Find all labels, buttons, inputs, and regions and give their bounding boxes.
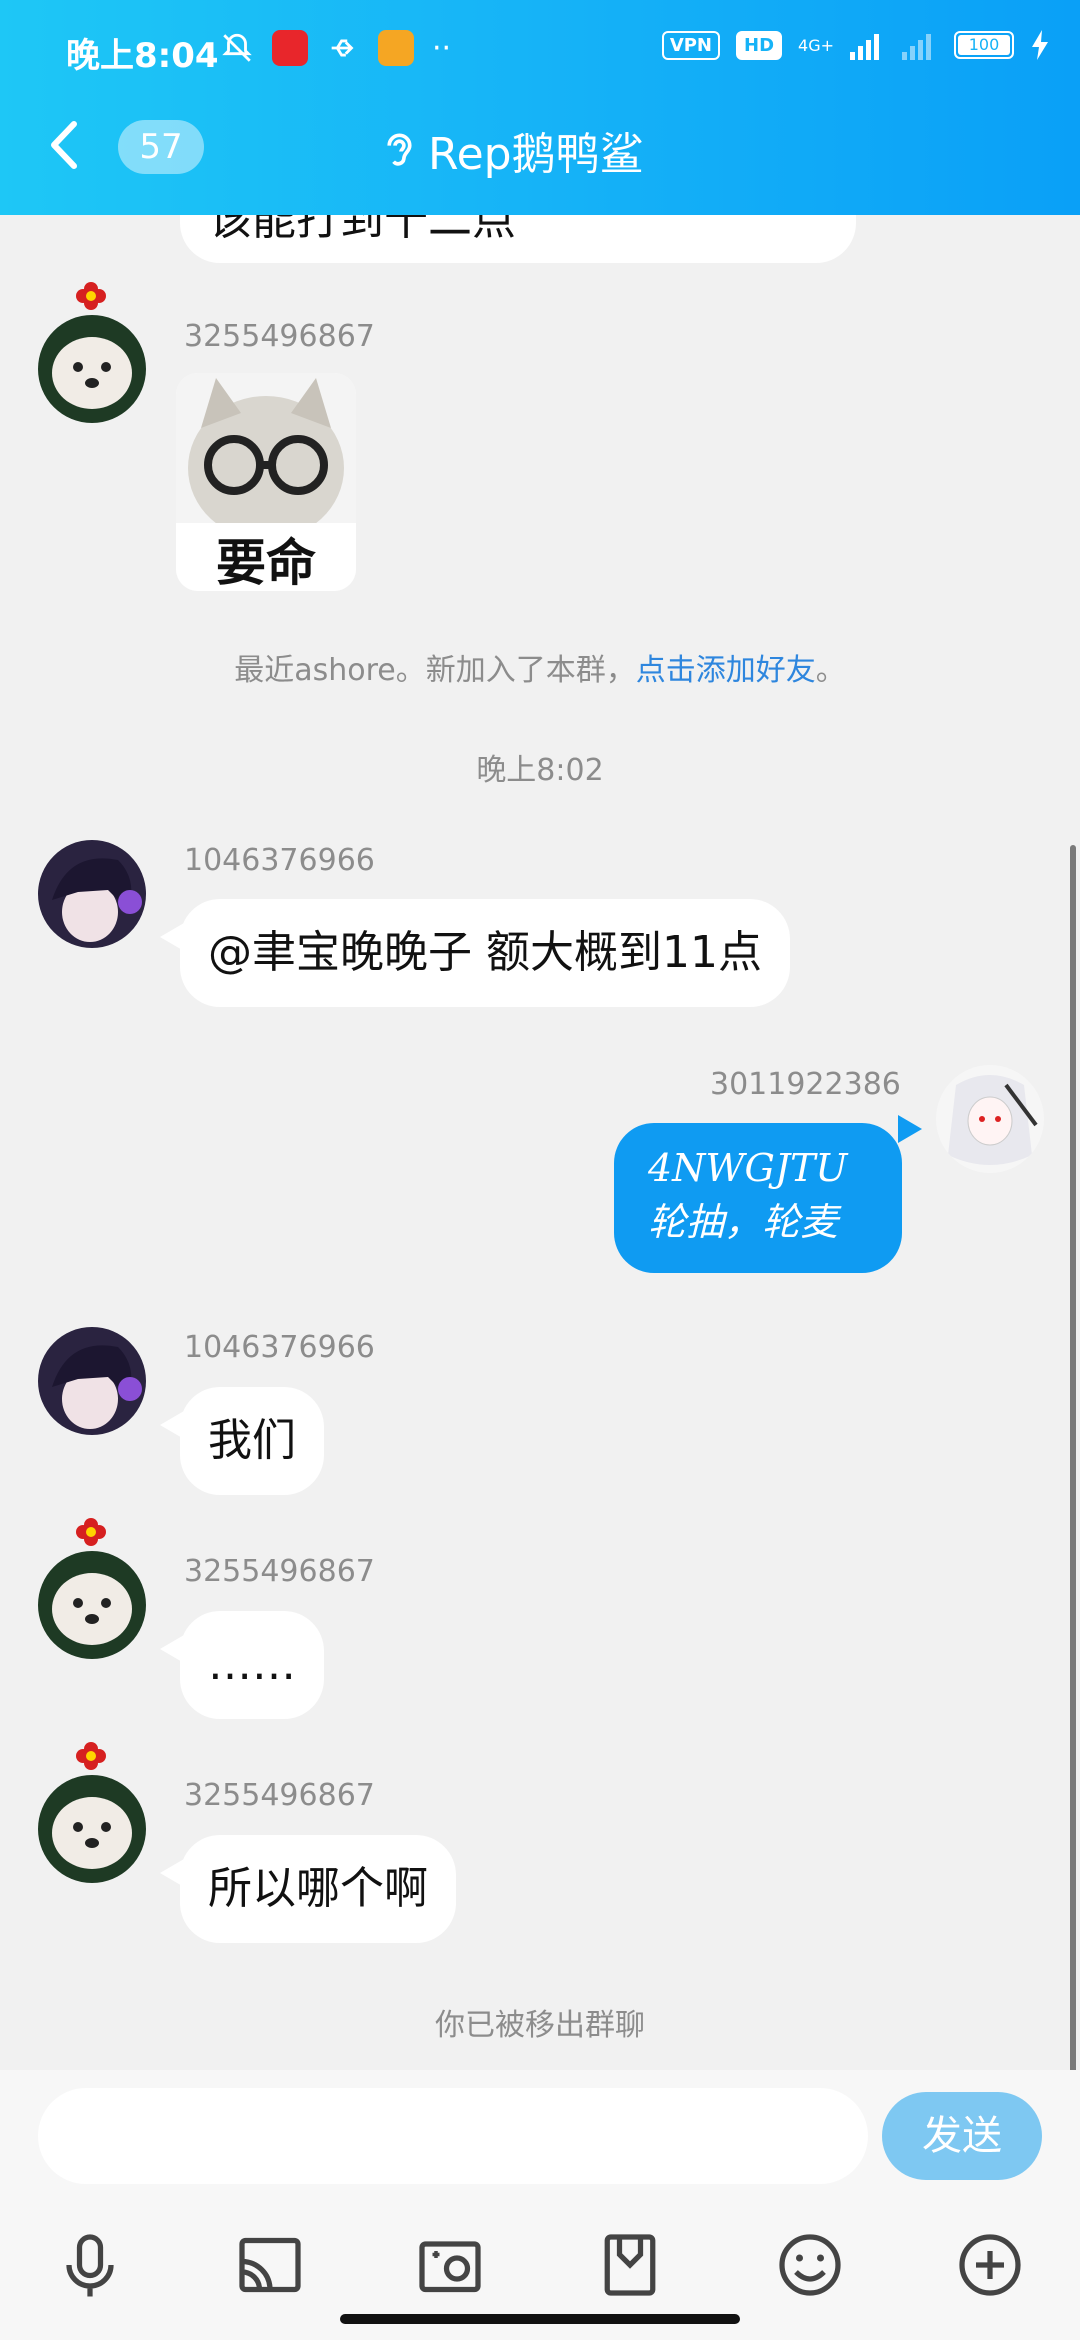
flower-decoration-icon bbox=[76, 1742, 106, 1770]
scrollbar[interactable] bbox=[1070, 845, 1076, 2070]
signal-icon bbox=[850, 34, 879, 60]
dog-avatar-image bbox=[38, 1775, 146, 1883]
message-list[interactable]: 该能打到十二点 3255496867 要命 最近ashore。新加入了本群，点击… bbox=[0, 215, 1080, 2070]
plus-icon[interactable] bbox=[955, 2230, 1025, 2300]
mic-icon[interactable] bbox=[55, 2230, 125, 2300]
chat-header: 晚上8:04 ·· VPN HD 4G+ 100 57 Rep鹅鸭鲨 bbox=[0, 0, 1080, 215]
cast-icon[interactable] bbox=[235, 2230, 305, 2300]
message-text: 该能打到十二点 bbox=[208, 215, 516, 245]
photo-icon[interactable] bbox=[415, 2230, 485, 2300]
system-join-end: 。 bbox=[815, 653, 846, 688]
avatar-anime-boy[interactable] bbox=[38, 840, 146, 948]
file-icon[interactable] bbox=[595, 2230, 665, 2300]
message-text: 所以哪个啊 bbox=[208, 1863, 428, 1914]
message-text-line2: 轮抽，轮麦 bbox=[648, 1200, 839, 1244]
sender-name: 1046376966 bbox=[184, 843, 375, 878]
avatar-dog[interactable] bbox=[38, 1775, 146, 1883]
system-join-notice: 最近ashore。新加入了本群，点击添加好友。 bbox=[0, 645, 1080, 689]
message-text: …… bbox=[208, 1639, 296, 1690]
input-toolbar bbox=[0, 2230, 1080, 2300]
sender-name: 3255496867 bbox=[184, 319, 375, 354]
signal-2-icon bbox=[902, 34, 931, 60]
vpn-badge: VPN bbox=[661, 30, 720, 60]
app-icon-duck bbox=[378, 30, 414, 66]
network-label: 4G+ bbox=[798, 35, 834, 55]
flower-decoration-icon bbox=[76, 1518, 106, 1546]
ear-icon bbox=[387, 133, 412, 166]
sticker-caption: 要命 bbox=[216, 534, 316, 591]
bubble-tail bbox=[898, 1115, 922, 1143]
status-bar: 晚上8:04 ·· VPN HD 4G+ 100 bbox=[0, 20, 1080, 80]
sender-name: 3255496867 bbox=[184, 1554, 375, 1589]
avatar-self[interactable] bbox=[936, 1065, 1044, 1173]
message-text: 我们 bbox=[208, 1415, 296, 1466]
sender-name: 3011922386 bbox=[710, 1067, 901, 1102]
message-text: @聿宝晚晚子 额大概到11点 bbox=[208, 927, 762, 978]
app-icon-red bbox=[272, 30, 308, 66]
chat-title-text: Rep鹅鸭鲨 bbox=[428, 129, 644, 180]
system-indicators: VPN HD 4G+ 100 bbox=[661, 30, 1050, 60]
sender-name: 3255496867 bbox=[184, 1778, 375, 1813]
sender-name: 1046376966 bbox=[184, 1330, 375, 1365]
message-bubble-self[interactable]: 4NWGJTU 轮抽，轮麦 bbox=[614, 1123, 902, 1273]
battery-level: 100 bbox=[958, 35, 1010, 55]
dog-avatar-image bbox=[38, 315, 146, 423]
timestamp: 晚上8:02 bbox=[476, 753, 604, 788]
message-input[interactable] bbox=[38, 2088, 868, 2184]
more-dots-icon: ·· bbox=[432, 30, 452, 66]
mute-bell-icon bbox=[222, 33, 252, 62]
message-bubble[interactable]: 所以哪个啊 bbox=[180, 1835, 456, 1943]
input-bar: 发送 bbox=[0, 2070, 1080, 2340]
usb-icon bbox=[331, 39, 354, 57]
sticker-image[interactable]: 要命 bbox=[176, 373, 356, 591]
unread-count-badge[interactable]: 57 bbox=[118, 120, 204, 174]
message-bubble[interactable]: 我们 bbox=[180, 1387, 324, 1495]
status-time: 晚上8:04 bbox=[66, 36, 219, 76]
hd-badge: HD bbox=[736, 30, 783, 60]
dog-avatar-image bbox=[38, 1551, 146, 1659]
message-bubble-partial[interactable]: 该能打到十二点 bbox=[180, 215, 856, 263]
avatar-anime-boy[interactable] bbox=[38, 1327, 146, 1435]
system-join-text: 最近ashore。新加入了本群， bbox=[234, 653, 636, 688]
send-button[interactable]: 发送 bbox=[882, 2092, 1042, 2180]
battery-icon: 100 bbox=[954, 31, 1014, 59]
back-icon[interactable] bbox=[44, 120, 84, 170]
anime-boy-avatar-image bbox=[38, 1327, 146, 1435]
chat-title[interactable]: Rep鹅鸭鲨 bbox=[380, 118, 644, 182]
message-bubble[interactable]: …… bbox=[180, 1611, 324, 1719]
message-text-line1: 4NWGJTU bbox=[648, 1146, 848, 1190]
message-bubble[interactable]: @聿宝晚晚子 额大概到11点 bbox=[180, 899, 790, 1007]
emoji-icon[interactable] bbox=[775, 2230, 845, 2300]
avatar-dog[interactable] bbox=[38, 1551, 146, 1659]
system-removed-notice: 你已被移出群聊 bbox=[435, 2008, 645, 2043]
avatar-dog[interactable] bbox=[38, 315, 146, 423]
self-avatar-image bbox=[936, 1065, 1044, 1173]
home-indicator[interactable] bbox=[340, 2314, 740, 2324]
charging-icon bbox=[1032, 30, 1048, 60]
anime-boy-avatar-image bbox=[38, 840, 146, 948]
add-friend-link[interactable]: 点击添加好友 bbox=[636, 653, 816, 688]
notification-icons: ·· bbox=[220, 30, 451, 66]
flower-decoration-icon bbox=[76, 282, 106, 310]
